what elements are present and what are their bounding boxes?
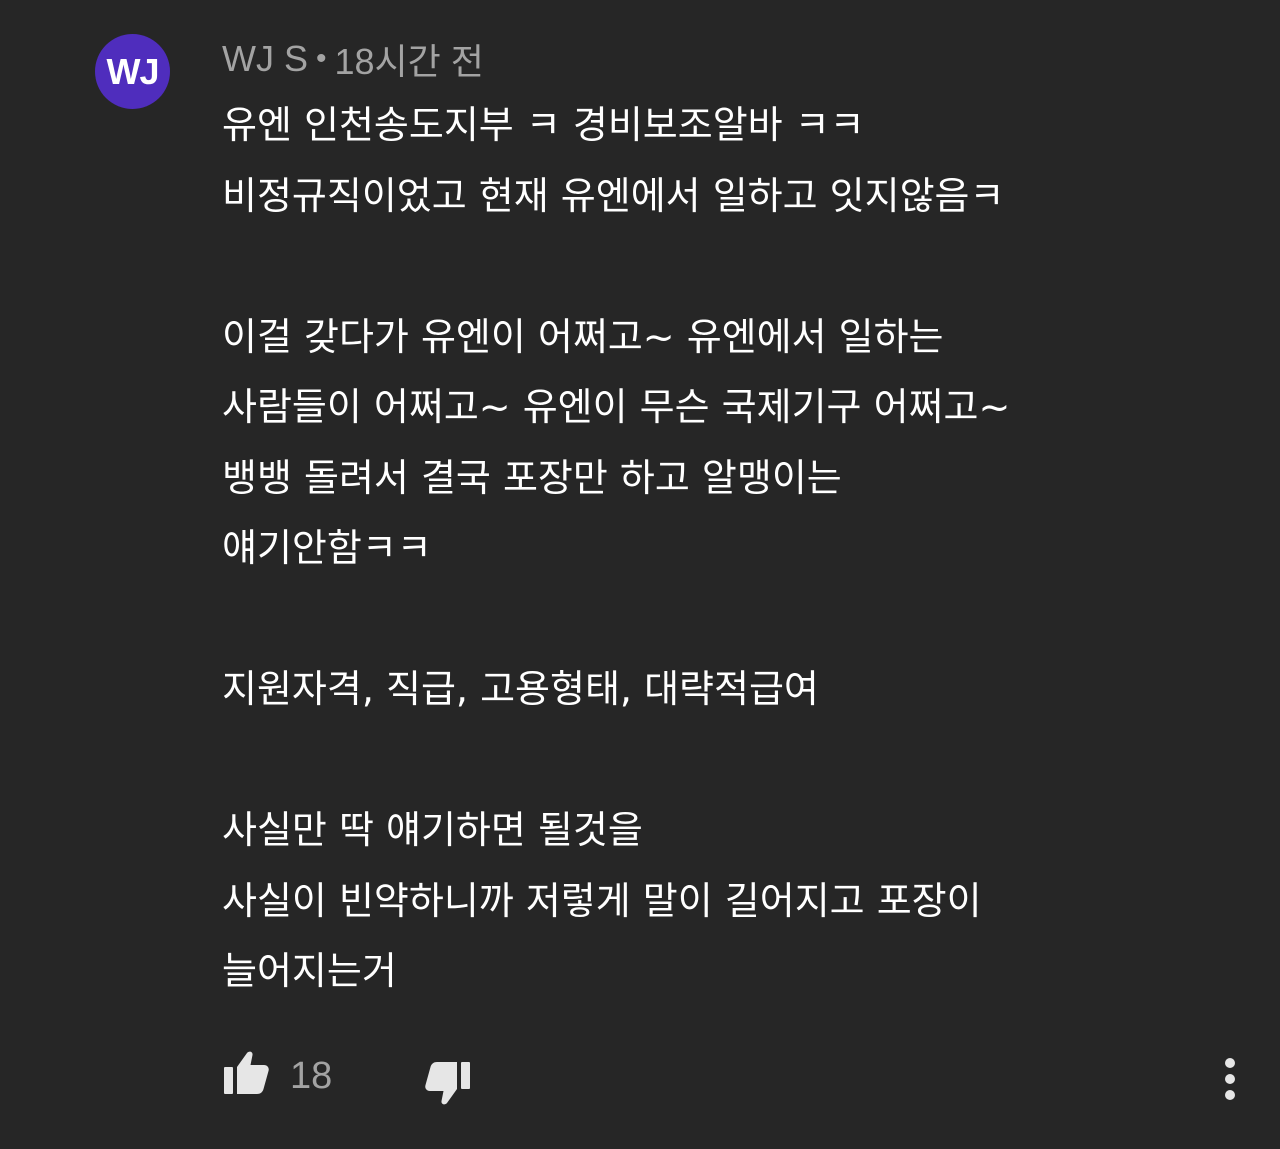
comment-line bbox=[222, 231, 1232, 302]
comment-line: 사람들이 어쩌고~ 유엔이 무슨 국제기구 어쩌고~ bbox=[222, 385, 1011, 429]
comment-line: 늘어지는거 bbox=[222, 949, 397, 993]
comment-line: 비정규직이었고 현재 유엔에서 일하고 잇지않음ㅋ bbox=[222, 173, 1005, 218]
like-count: 18 bbox=[290, 1055, 333, 1097]
avatar-initials: WJ bbox=[106, 50, 160, 92]
comment-line: 이걸 갖다가 유엔이 어쩌고~ 유엔에서 일하는 bbox=[222, 314, 944, 359]
comment-line: 얘기안함ㅋㅋ bbox=[222, 526, 432, 570]
more-options-button[interactable] bbox=[1208, 1051, 1252, 1107]
header-separator: • bbox=[316, 42, 327, 75]
comment-line: 뱅뱅 돌려서 결국 포장만 하고 알맹이는 bbox=[222, 455, 842, 500]
dislike-button[interactable] bbox=[420, 1055, 476, 1111]
comment-actions: 18 bbox=[218, 1045, 1258, 1115]
comment-line bbox=[222, 584, 1232, 655]
avatar[interactable]: WJ bbox=[95, 34, 170, 109]
comment-line: 지원자격, 직급, 고용형태, 대략적급여 bbox=[222, 667, 819, 711]
author-name[interactable]: WJ S bbox=[222, 38, 308, 80]
comment-line: 유엔 인천송도지부 ㅋ 경비보조알바 ㅋㅋ bbox=[222, 103, 865, 147]
comment-thread-item: WJ WJ S • 18시간 전 유엔 인천송도지부 ㅋ 경비보조알바 ㅋㅋ 비… bbox=[0, 0, 1280, 1149]
thumbs-down-icon bbox=[425, 1062, 470, 1105]
comment-header: WJ S • 18시간 전 bbox=[222, 36, 484, 82]
comment-line: 사실이 빈약하니까 저렇게 말이 길어지고 포장이 bbox=[222, 878, 982, 923]
more-vert-icon bbox=[1225, 1058, 1235, 1100]
thumbs-up-icon bbox=[224, 1051, 269, 1094]
comment-body: 유엔 인천송도지부 ㅋ 경비보조알바 ㅋㅋ 비정규직이었고 현재 유엔에서 일하… bbox=[222, 90, 1232, 1007]
like-button[interactable] bbox=[218, 1045, 274, 1101]
comment-timestamp[interactable]: 18시간 전 bbox=[335, 33, 484, 85]
comment-line: 사실만 딱 얘기하면 될것을 bbox=[222, 808, 643, 852]
comment-line bbox=[222, 725, 1232, 796]
